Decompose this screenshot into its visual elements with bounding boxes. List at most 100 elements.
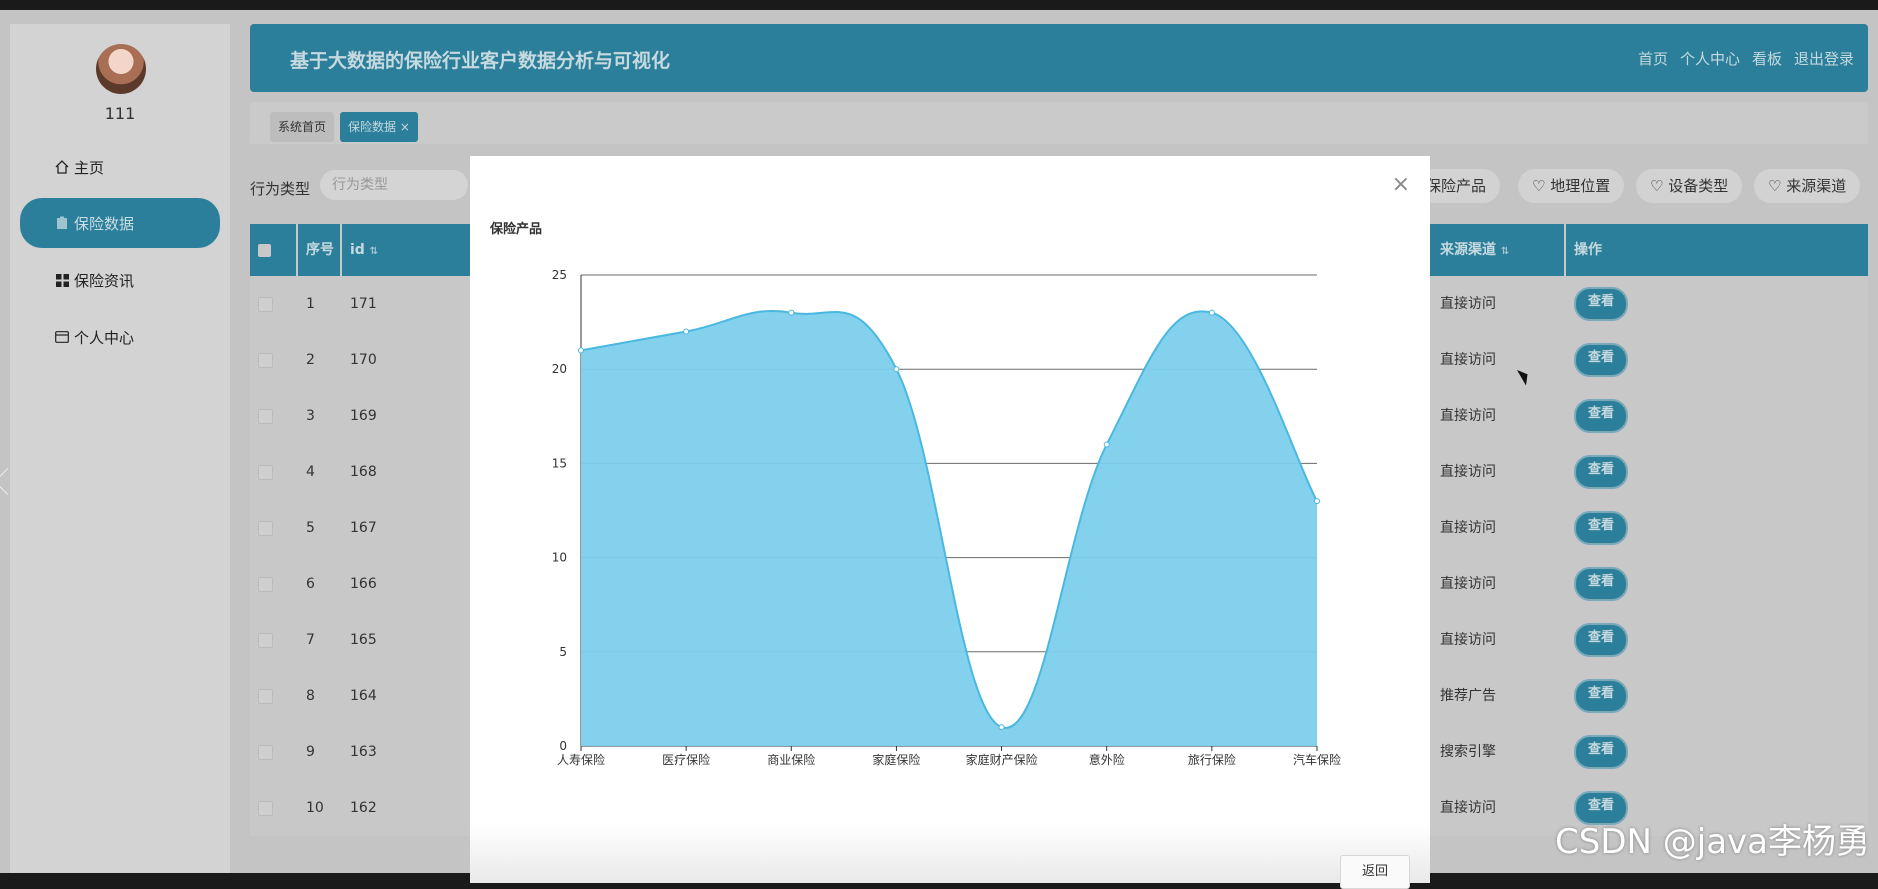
header-link-logout[interactable]: 退出登录 [1794,48,1854,69]
chip-label: 地理位置 [1550,177,1611,195]
sort-icon[interactable]: ⇅ [370,246,378,257]
view-button[interactable]: 查看 [1574,623,1628,657]
sidebar-item-profile[interactable]: 个人中心 [20,312,220,362]
checkbox-icon[interactable] [258,352,273,368]
checkbox-icon[interactable] [258,408,273,424]
data-point [683,328,690,335]
x-tick-label: 商业保险 [767,752,815,767]
row-checkbox[interactable] [250,500,298,556]
row-source: 搜索引擎 [1440,744,1496,760]
x-tick-label: 汽车保险 [1293,752,1341,767]
heart-icon: ♡ [1532,177,1551,195]
header-link-home[interactable]: 首页 [1638,48,1668,69]
tab-system-home[interactable]: 系统首页 [270,112,335,142]
chip-label: 来源渠道 [1786,177,1847,195]
sidebar-item-insurance-news[interactable]: 保险资讯 [20,255,220,305]
checkbox-icon[interactable] [258,243,271,257]
chip-location[interactable]: ♡ 地理位置 [1518,169,1625,203]
behavior-type-input[interactable]: 行为类型 [320,170,468,200]
view-button[interactable]: 查看 [1574,567,1628,601]
row-index: 10 [306,800,324,816]
watermark: CSDN @java李杨勇 [1555,822,1870,862]
row-index: 1 [306,296,315,312]
view-button[interactable]: 查看 [1574,343,1628,377]
tab-insurance-data[interactable]: 保险数据 × [340,112,418,142]
row-checkbox[interactable] [250,612,298,668]
view-button[interactable]: 查看 [1574,455,1628,489]
header-link-profile[interactable]: 个人中心 [1680,48,1740,69]
row-index: 9 [306,744,315,760]
view-button[interactable]: 查看 [1574,679,1628,713]
y-tick-label: 15 [552,456,567,470]
checkbox-icon[interactable] [258,464,273,480]
header-index: 序号 [298,224,342,276]
row-source: 直接访问 [1440,520,1496,536]
y-tick-label: 25 [552,268,567,282]
y-tick-label: 0 [559,739,567,753]
sort-icon[interactable]: ⇅ [1501,246,1509,257]
checkbox-icon[interactable] [258,576,273,592]
row-checkbox[interactable] [250,388,298,444]
sidebar-item-label: 个人中心 [74,328,135,347]
row-action: 查看 [1566,612,1766,668]
row-checkbox[interactable] [250,724,298,780]
row-checkbox[interactable] [250,556,298,612]
checkbox-icon[interactable] [258,520,273,536]
y-tick-label: 20 [552,362,567,376]
tab-label: 系统首页 [278,120,327,134]
row-checkbox[interactable] [250,444,298,500]
checkbox-icon[interactable] [258,688,273,704]
area-chart: 0 5 10 15 20 25 人寿保险 医疗保险 商业保险 家庭保险 家庭财产保险 意外险 旅行保险 汽… [552,268,1341,767]
view-button[interactable]: 查看 [1574,287,1628,321]
header-id-label: id [350,242,365,258]
close-icon[interactable]: × [400,120,410,134]
row-checkbox[interactable] [250,780,298,836]
avatar[interactable] [96,44,146,94]
sidebar-item-label: 保险资讯 [74,271,135,290]
tabs-bar: 系统首页 保险数据 × [250,102,1868,144]
data-point [893,366,900,373]
wallet-icon [54,329,70,345]
back-button[interactable]: 返回 [1340,855,1410,889]
row-checkbox[interactable] [250,276,298,332]
x-tick-label: 旅行保险 [1188,752,1236,767]
chip-label: 设备类型 [1668,177,1729,195]
row-checkbox[interactable] [250,668,298,724]
modal-footer: 返回 [470,823,1430,889]
view-button[interactable]: 查看 [1574,399,1628,433]
row-action: 查看 [1566,724,1766,780]
view-button[interactable]: 查看 [1574,735,1628,769]
checkbox-icon[interactable] [258,296,273,312]
row-source: 直接访问 [1440,800,1496,816]
row-source: 推荐广告 [1440,688,1496,704]
row-source: 直接访问 [1440,296,1496,312]
data-point [1208,309,1215,316]
chip-device-type[interactable]: ♡ 设备类型 [1636,169,1743,203]
header-link-dashboard[interactable]: 看板 [1752,48,1782,69]
row-source: 直接访问 [1440,464,1496,480]
data-point [1103,441,1110,448]
row-checkbox[interactable] [250,332,298,388]
row-index: 3 [306,408,315,424]
checkbox-icon[interactable] [258,632,273,648]
top-header: 基于大数据的保险行业客户数据分析与可视化 首页 个人中心 看板 退出登录 [250,24,1868,92]
row-action: 查看 [1566,276,1766,332]
home-icon [54,159,70,175]
row-action: 查看 [1566,444,1766,500]
header-source[interactable]: 来源渠道 ⇅ [1432,224,1566,276]
tab-label: 保险数据 [348,120,397,134]
row-index: 4 [306,464,315,480]
sidebar-item-home[interactable]: 主页 [20,142,220,192]
x-tick-label: 人寿保险 [557,752,605,767]
select-all-checkbox[interactable] [250,224,298,276]
row-index: 6 [306,576,315,592]
row-source: 直接访问 [1440,632,1496,648]
checkbox-icon[interactable] [258,800,273,816]
row-action: 查看 [1566,556,1766,612]
grid-icon [54,272,70,288]
row-action: 查看 [1566,500,1766,556]
checkbox-icon[interactable] [258,744,273,760]
sidebar-item-insurance-data[interactable]: 保险数据 [20,198,220,248]
view-button[interactable]: 查看 [1574,511,1628,545]
chip-source-channel[interactable]: ♡ 来源渠道 [1754,169,1861,203]
